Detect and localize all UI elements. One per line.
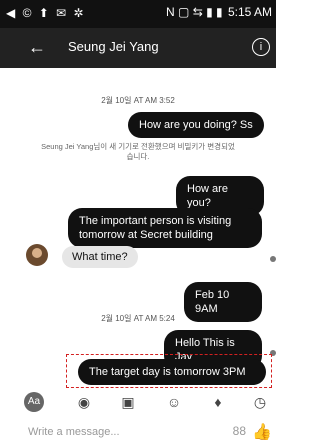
sticker-icon[interactable]: 88 (233, 424, 246, 438)
status-system-icons: N ▢ ⇆ ▮ ▮ (166, 5, 223, 19)
like-icon[interactable]: 👍 (252, 422, 272, 442)
status-right-icons: N ▢ ⇆ ▮ ▮ 5:15 AM (166, 5, 272, 19)
composer-toolbar: Aa ◉ ▣ ☺ ♦ ◷ (0, 392, 276, 414)
status-bar: ◀ © ⬆ ✉ ✲ N ▢ ⇆ ▮ ▮ 5:15 AM (0, 0, 276, 28)
emoji-icon[interactable]: ☺ (164, 392, 184, 412)
status-time: 5:15 AM (227, 5, 272, 19)
seen-indicator (270, 256, 276, 262)
timer-icon[interactable]: ◷ (250, 392, 270, 412)
contact-name[interactable]: Seung Jei Yang (68, 39, 159, 54)
outgoing-message-3[interactable]: The important person is visiting tomorro… (68, 208, 262, 248)
info-icon[interactable]: i (252, 38, 270, 56)
timestamp-2: 2월 10일 AT AM 5:24 (101, 314, 175, 323)
contact-avatar[interactable] (26, 244, 48, 266)
conversation-header: ← Seung Jei Yang i (0, 28, 276, 68)
composer: Write a message... 88 👍 (0, 418, 276, 447)
camera-icon[interactable]: ◉ (74, 392, 94, 412)
image-icon[interactable]: ▣ (118, 392, 138, 412)
outgoing-message-1[interactable]: How are you doing? Ss (128, 112, 264, 138)
outgoing-message-6[interactable]: The target day is tomorrow 3PM (78, 359, 266, 385)
back-icon[interactable]: ← (28, 37, 46, 58)
status-left-icons: ◀ © ⬆ ✉ ✲ (6, 6, 86, 20)
text-format-icon[interactable]: Aa (24, 392, 44, 412)
message-input[interactable]: Write a message... (28, 426, 120, 438)
security-notice: Seung Jei Yang님이 새 기기로 전환했으며 비밀키가 변경되었습니… (41, 142, 235, 161)
message-list: 2월 10일 AT AM 3:52 How are you doing? Ss … (0, 68, 276, 386)
location-icon[interactable]: ♦ (208, 392, 228, 412)
timestamp-1: 2월 10일 AT AM 3:52 (101, 96, 175, 105)
incoming-message-1[interactable]: What time? (62, 246, 138, 268)
